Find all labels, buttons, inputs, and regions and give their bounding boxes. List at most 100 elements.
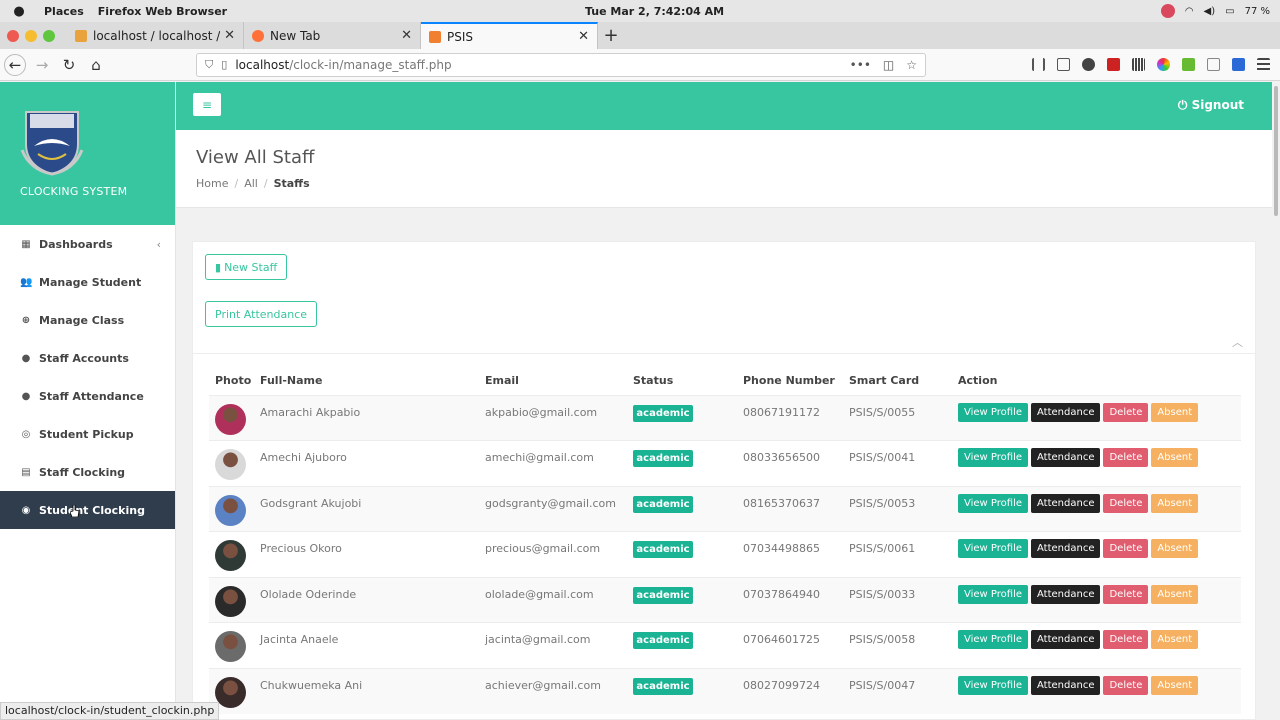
- sidebar-item-staff-accounts[interactable]: ● Staff Accounts: [0, 339, 175, 377]
- forward-arrow-icon[interactable]: →: [31, 54, 53, 76]
- delete-button[interactable]: Delete: [1103, 539, 1149, 559]
- view-profile-button[interactable]: View Profile: [958, 539, 1029, 559]
- sidebar-item-student-pickup[interactable]: ◎ Student Pickup: [0, 415, 175, 453]
- sidebar-item-manage-student[interactable]: 👥 Manage Student: [0, 263, 175, 301]
- color-extension-icon[interactable]: [1157, 58, 1170, 71]
- maximize-window-icon[interactable]: [43, 30, 55, 42]
- col-photo[interactable]: Photo: [209, 367, 254, 395]
- col-phone[interactable]: Phone Number: [737, 367, 843, 395]
- absent-button[interactable]: Absent: [1151, 448, 1199, 468]
- delete-button[interactable]: Delete: [1103, 493, 1149, 513]
- record-icon[interactable]: [1160, 4, 1175, 18]
- close-window-icon[interactable]: [7, 30, 19, 42]
- view-profile-button[interactable]: View Profile: [958, 630, 1029, 650]
- wifi-icon[interactable]: ◠: [1185, 6, 1194, 17]
- page-scrollbar[interactable]: [1272, 82, 1280, 720]
- shield-icon[interactable]: ⛉: [205, 58, 213, 72]
- absent-button[interactable]: Absent: [1151, 402, 1199, 422]
- col-action[interactable]: Action: [952, 367, 1241, 395]
- account-icon[interactable]: [1082, 58, 1095, 71]
- barcode-extension-icon[interactable]: [1132, 58, 1145, 71]
- col-full-name[interactable]: Full-Name: [254, 367, 479, 395]
- print-attendance-button[interactable]: Print Attendance: [205, 301, 318, 327]
- psis-favicon-icon: [429, 30, 441, 43]
- view-profile-button[interactable]: View Profile: [958, 402, 1029, 422]
- close-tab-icon[interactable]: ✕: [578, 29, 589, 44]
- delete-button[interactable]: Delete: [1103, 630, 1149, 650]
- breadcrumb-all[interactable]: All: [244, 177, 258, 190]
- col-smart-card[interactable]: Smart Card: [843, 367, 952, 395]
- signout-link[interactable]: ⏻ Signout: [1178, 98, 1244, 113]
- home-icon[interactable]: ⌂: [85, 54, 107, 76]
- chevron-up-icon[interactable]: ︿: [1232, 334, 1243, 350]
- bookmark-star-icon[interactable]: ☆: [906, 58, 917, 72]
- pdf-extension-icon[interactable]: [1107, 58, 1120, 71]
- scrollbar-thumb[interactable]: [1274, 86, 1278, 216]
- more-actions-icon[interactable]: •••: [850, 58, 871, 72]
- download-extension-icon[interactable]: [1182, 58, 1195, 71]
- attendance-button[interactable]: Attendance: [1031, 584, 1101, 604]
- absent-button[interactable]: Absent: [1151, 676, 1199, 696]
- url-host: localhost: [235, 57, 290, 72]
- sidebar-item-manage-class[interactable]: ⊕ Manage Class: [0, 301, 175, 339]
- attendance-button[interactable]: Attendance: [1031, 448, 1101, 468]
- attendance-button[interactable]: Attendance: [1031, 630, 1101, 650]
- sidebar-item-staff-attendance[interactable]: ● Staff Attendance: [0, 377, 175, 415]
- tab-new-tab[interactable]: New Tab ✕: [244, 22, 421, 49]
- attendance-button[interactable]: Attendance: [1031, 493, 1101, 513]
- close-tab-icon[interactable]: ✕: [224, 28, 235, 43]
- absent-button[interactable]: Absent: [1151, 539, 1199, 559]
- hamburger-menu-icon[interactable]: [1257, 58, 1270, 71]
- view-profile-button[interactable]: View Profile: [958, 493, 1029, 513]
- reload-icon[interactable]: ↻: [58, 54, 80, 76]
- page-info-icon[interactable]: ▯: [221, 58, 227, 71]
- sidebar-item-student-clocking[interactable]: ◉ Student Clocking: [0, 491, 175, 529]
- breadcrumb-home[interactable]: Home: [196, 177, 228, 190]
- places-menu[interactable]: Places: [44, 5, 84, 18]
- delete-button[interactable]: Delete: [1103, 402, 1149, 422]
- view-profile-button[interactable]: View Profile: [958, 676, 1029, 696]
- col-email[interactable]: Email: [479, 367, 627, 395]
- system-clock[interactable]: Tue Mar 2, 7:42:04 AM: [585, 5, 724, 18]
- col-status[interactable]: Status: [627, 367, 737, 395]
- attendance-button[interactable]: Attendance: [1031, 402, 1101, 422]
- delete-button[interactable]: Delete: [1103, 676, 1149, 696]
- view-profile-button[interactable]: View Profile: [958, 584, 1029, 604]
- mouse-pointer-icon: [70, 505, 79, 517]
- app-menu[interactable]: Firefox Web Browser: [98, 5, 227, 18]
- menu-toggle-button[interactable]: ≡: [193, 93, 221, 116]
- sidebar-toggle-icon[interactable]: [1057, 58, 1070, 71]
- battery-percent: 77 %: [1244, 5, 1270, 17]
- battery-icon[interactable]: ▭: [1225, 6, 1234, 17]
- email-cell: amechi@gmail.com: [479, 440, 627, 487]
- tab-phpmyadmin[interactable]: localhost / localhost / es ✕: [67, 22, 244, 49]
- view-profile-button[interactable]: View Profile: [958, 448, 1029, 468]
- pocket-icon[interactable]: ◫: [883, 58, 894, 72]
- attendance-button[interactable]: Attendance: [1031, 676, 1101, 696]
- absent-button[interactable]: Absent: [1151, 630, 1199, 650]
- absent-button[interactable]: Absent: [1151, 493, 1199, 513]
- minimize-window-icon[interactable]: [25, 30, 37, 42]
- back-arrow-icon[interactable]: ←: [4, 53, 26, 76]
- new-tab-plus-icon[interactable]: +: [598, 25, 624, 46]
- extensions-icon[interactable]: [1232, 58, 1245, 71]
- power-icon: ⏻: [1177, 98, 1188, 112]
- close-tab-icon[interactable]: ✕: [401, 28, 412, 43]
- delete-button[interactable]: Delete: [1103, 448, 1149, 468]
- sidebar-item-dashboards[interactable]: ▦ Dashboards ‹: [0, 225, 175, 263]
- volume-icon[interactable]: ◀): [1204, 6, 1216, 17]
- tab-psis[interactable]: PSIS ✕: [421, 22, 598, 49]
- library-icon[interactable]: [1032, 58, 1045, 71]
- delete-button[interactable]: Delete: [1103, 584, 1149, 604]
- attendance-button[interactable]: Attendance: [1031, 539, 1101, 559]
- smart-card-cell: PSIS/S/0047: [843, 668, 952, 715]
- sidebar-item-staff-clocking[interactable]: ▤ Staff Clocking: [0, 453, 175, 491]
- apple-menu-icon[interactable]: ●: [12, 4, 26, 19]
- url-actions: ••• ◫ ☆: [850, 58, 917, 72]
- absent-button[interactable]: Absent: [1151, 584, 1199, 604]
- new-staff-button[interactable]: ▮ New Staff: [205, 254, 288, 280]
- photo-cell: [209, 622, 254, 669]
- url-bar[interactable]: ⛉ ▯ localhost/clock-in/manage_staff.php …: [196, 52, 926, 77]
- phone-cell: 07064601725: [737, 622, 843, 669]
- reader-extension-icon[interactable]: [1207, 58, 1220, 71]
